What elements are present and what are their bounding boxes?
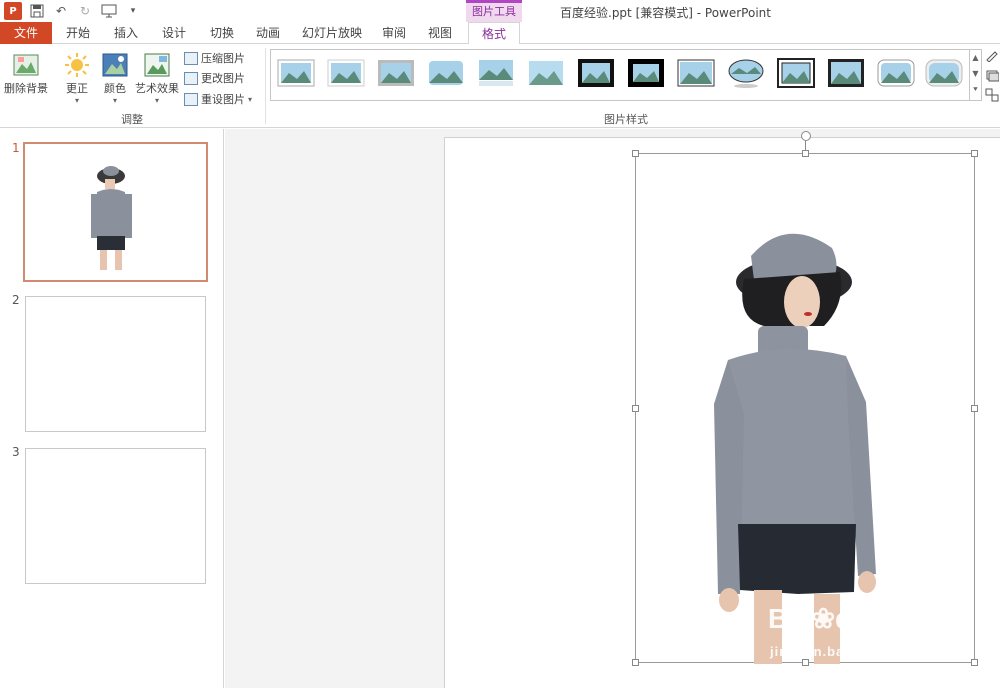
- slide-editing-area: Bai❀du经验 jingyan.baidu.com: [225, 129, 1000, 688]
- picture-effects-icon[interactable]: [985, 68, 999, 82]
- dropdown-arrow-icon: ▾: [154, 96, 159, 105]
- ribbon-tab-bar: 文件 开始 插入 设计 切换 动画 幻灯片放映 审阅 视图 格式: [0, 22, 1000, 45]
- picture-style-reflected-icon[interactable]: [477, 58, 515, 88]
- remove-background-icon: [13, 54, 39, 76]
- customize-qat-icon[interactable]: ▾: [124, 2, 142, 20]
- gallery-down-icon[interactable]: ▼: [970, 66, 981, 82]
- woman-figure-thumbnail: [91, 166, 132, 270]
- slide-thumbnail-2[interactable]: [25, 296, 206, 432]
- picture-border-icon[interactable]: [985, 48, 999, 62]
- tab-insert[interactable]: 插入: [104, 22, 148, 44]
- picture-style-thin-border-icon[interactable]: [677, 58, 715, 88]
- baidu-jingyan-text: 经验: [869, 608, 914, 633]
- slide-canvas: Bai❀du经验 jingyan.baidu.com: [444, 131, 1000, 688]
- tab-transitions[interactable]: 切换: [200, 22, 244, 44]
- color-picture-icon: [102, 53, 128, 77]
- picture-style-rounded-rect-icon[interactable]: [877, 58, 915, 88]
- resize-handle-bottom-right[interactable]: [971, 659, 978, 666]
- slide-thumbnail-pane: 1 2 3: [0, 129, 224, 688]
- dropdown-arrow-icon: ▾: [248, 94, 253, 104]
- picture-style-double-frame-icon[interactable]: [777, 58, 815, 88]
- powerpoint-logo-icon: P: [4, 2, 22, 20]
- change-picture-button[interactable]: 更改图片: [184, 70, 245, 86]
- baidu-brand-text-2: du: [835, 603, 870, 634]
- artistic-effects-icon: [144, 53, 170, 77]
- color-label: 颜色: [104, 82, 126, 95]
- slide-thumbnail-3[interactable]: [25, 448, 206, 584]
- remove-background-button[interactable]: 删除背景: [2, 48, 50, 96]
- picture-style-oval-icon[interactable]: [727, 58, 765, 88]
- picture-style-soft-rounded-icon[interactable]: [925, 58, 963, 88]
- picture-tools-contextual-label: 图片工具: [466, 0, 522, 22]
- ribbon: 删除背景 更正 ▾ 颜色 ▾ 艺术效果 ▾ 压缩图片 更改图片 重设图片 ▾ 调…: [0, 44, 1000, 128]
- compress-icon: [184, 51, 198, 65]
- tab-review[interactable]: 审阅: [372, 22, 416, 44]
- corrections-button[interactable]: 更正 ▾: [60, 48, 94, 105]
- slide-number: 1: [12, 141, 20, 155]
- picture-styles-gallery: ▲ ▼ ⯆: [270, 49, 982, 101]
- tab-design[interactable]: 设计: [152, 22, 196, 44]
- gallery-scroll[interactable]: ▲ ▼ ⯆: [969, 50, 981, 100]
- change-picture-icon: [184, 71, 198, 85]
- woman-figure-image: [714, 233, 876, 664]
- remove-background-label: 删除背景: [4, 82, 48, 95]
- reset-picture-icon: [184, 92, 198, 106]
- tab-animations[interactable]: 动画: [246, 22, 290, 44]
- present-from-start-icon[interactable]: [100, 2, 118, 20]
- save-icon[interactable]: [28, 2, 46, 20]
- slide-thumbnail-1[interactable]: [23, 142, 208, 282]
- quick-access-toolbar: P ↶ ↻ ▾: [4, 2, 142, 20]
- sun-icon: [65, 53, 89, 77]
- artistic-effects-button[interactable]: 艺术效果 ▾: [134, 48, 180, 105]
- rotate-handle-icon[interactable]: [801, 131, 811, 141]
- picture-style-rounded-icon[interactable]: [427, 58, 465, 88]
- resize-handle-top[interactable]: [802, 150, 809, 157]
- picture-style-bevel-icon[interactable]: [827, 58, 865, 88]
- title-bar: P ↶ ↻ ▾ 图片工具 百度经验.ppt [兼容模式] - PowerPoin…: [0, 0, 1000, 22]
- picture-style-white-frame-icon[interactable]: [327, 58, 365, 88]
- change-picture-label: 更改图片: [201, 72, 245, 85]
- color-button[interactable]: 颜色 ▾: [98, 48, 132, 105]
- paw-icon: ❀: [811, 603, 836, 634]
- resize-handle-left[interactable]: [632, 405, 639, 412]
- resize-handle-bottom[interactable]: [802, 659, 809, 666]
- undo-icon[interactable]: ↶: [52, 2, 70, 20]
- resize-handle-right[interactable]: [971, 405, 978, 412]
- compress-label: 压缩图片: [201, 52, 245, 65]
- slide-number: 3: [12, 445, 20, 459]
- tab-format[interactable]: 格式: [468, 22, 520, 45]
- picture-layout-icon[interactable]: [985, 88, 999, 102]
- reset-picture-label: 重设图片: [201, 93, 245, 106]
- picture-style-thick-black-frame-icon[interactable]: [627, 58, 665, 88]
- corrections-label: 更正: [66, 82, 88, 95]
- picture-styles-group-label: 图片样式: [604, 113, 648, 126]
- tab-view[interactable]: 视图: [418, 22, 462, 44]
- picture-style-soft-edge-icon[interactable]: [527, 58, 565, 88]
- picture-style-shadow-icon[interactable]: [377, 58, 415, 88]
- gallery-more-icon[interactable]: ⯆: [970, 82, 981, 98]
- window-title: 百度经验.ppt [兼容模式] - PowerPoint: [560, 6, 771, 20]
- selected-picture[interactable]: Bai❀du经验 jingyan.baidu.com: [632, 131, 978, 666]
- adjust-group-label: 调整: [121, 113, 143, 126]
- resize-handle-bottom-left[interactable]: [632, 659, 639, 666]
- slide-number: 2: [12, 293, 20, 307]
- tab-home[interactable]: 开始: [56, 22, 100, 44]
- redo-icon[interactable]: ↻: [76, 2, 94, 20]
- dropdown-arrow-icon: ▾: [74, 96, 79, 105]
- reset-picture-button[interactable]: 重设图片 ▾: [184, 91, 252, 107]
- dropdown-arrow-icon: ▾: [112, 96, 117, 105]
- tab-file[interactable]: 文件: [0, 22, 52, 44]
- gallery-up-icon[interactable]: ▲: [970, 50, 981, 66]
- artistic-effects-label: 艺术效果: [135, 82, 179, 95]
- picture-style-simple-frame-icon[interactable]: [277, 58, 315, 88]
- tab-slide-show[interactable]: 幻灯片放映: [294, 22, 370, 44]
- picture-style-black-frame-icon[interactable]: [577, 58, 615, 88]
- resize-handle-top-right[interactable]: [971, 150, 978, 157]
- baidu-brand-text: Bai: [768, 603, 812, 634]
- baidu-watermark-logo: Bai❀du经验: [768, 602, 913, 635]
- group-divider: [265, 48, 266, 124]
- resize-handle-top-left[interactable]: [632, 150, 639, 157]
- compress-pictures-button[interactable]: 压缩图片: [184, 50, 245, 66]
- baidu-watermark-url: jingyan.baidu.com: [770, 644, 902, 659]
